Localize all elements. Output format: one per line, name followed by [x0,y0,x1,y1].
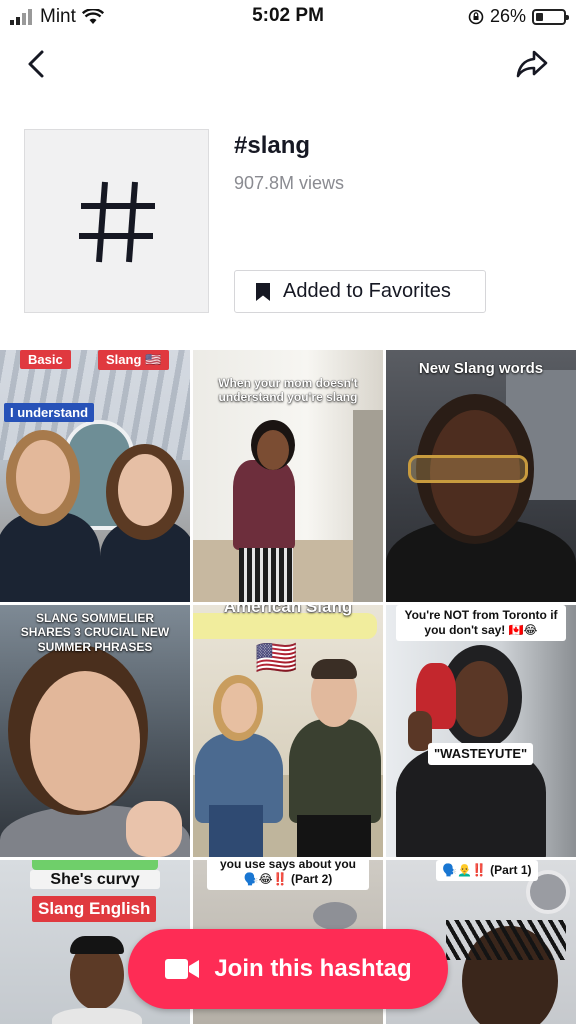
video-caption: 🗣️👨‍🦲‼️ (Part 1) [436,860,538,881]
status-bar: Mint 5:02 PM 26% [0,0,576,34]
orientation-lock-icon [468,9,484,24]
video-sub-caption: "WASTEYUTE" [428,743,534,766]
back-button[interactable] [16,44,56,84]
favorites-label: Added to Favorites [283,280,451,302]
share-button[interactable] [512,44,552,84]
video-caption: When your mom doesn't understand you're … [218,376,358,405]
chevron-left-icon [28,50,44,78]
hashtag-views: 907.8M views [234,173,345,193]
bookmark-icon [256,282,270,301]
status-right: 26% [468,6,569,27]
video-caption: SLANG SOMMELIER SHARES 3 CRUCIAL NEW SUM… [20,611,170,654]
join-hashtag-button[interactable]: Join this hashtag [128,929,448,1009]
video-caption: She's curvy [30,870,160,890]
battery-icon [532,8,569,25]
label-i-understand: I understand [4,403,95,422]
video-tile-4[interactable]: SLANG SOMMELIER SHARES 3 CRUCIAL NEW SUM… [0,605,190,857]
join-hashtag-label: Join this hashtag [214,955,412,982]
favorites-button[interactable]: Added to Favorites [234,270,486,313]
us-flag: 🇺🇸 [255,639,298,677]
video-grid: Basic Slang 🇺🇸 I understand When your mo… [0,350,576,1024]
label-basic: Basic [20,350,71,369]
video-caption: New Slang words [418,360,544,377]
battery-percent: 26% [489,6,526,26]
share-arrow-icon [516,50,548,78]
video-tile-1[interactable]: Basic Slang 🇺🇸 I understand [0,350,190,602]
hashtag-title: #slang [234,132,311,159]
label-slang: Slang 🇺🇸 [98,350,170,370]
video-camera-icon [165,959,200,979]
video-caption: you use says about you 🗣️😂‼️ (Part 2) [207,860,369,890]
video-tile-2[interactable]: When your mom doesn't understand you're … [193,350,383,602]
label-slang-english: Slang English [32,896,157,922]
video-caption: You're NOT from Toronto if you don't say… [396,605,566,641]
video-caption: American Slang [223,605,353,616]
hashtag-thumbnail [24,129,209,313]
video-tile-6[interactable]: You're NOT from Toronto if you don't say… [386,605,576,857]
video-tile-5[interactable]: American Slang 🇺🇸 [193,605,383,857]
hashtag-icon [78,181,155,263]
video-tile-3[interactable]: New Slang words [386,350,576,602]
